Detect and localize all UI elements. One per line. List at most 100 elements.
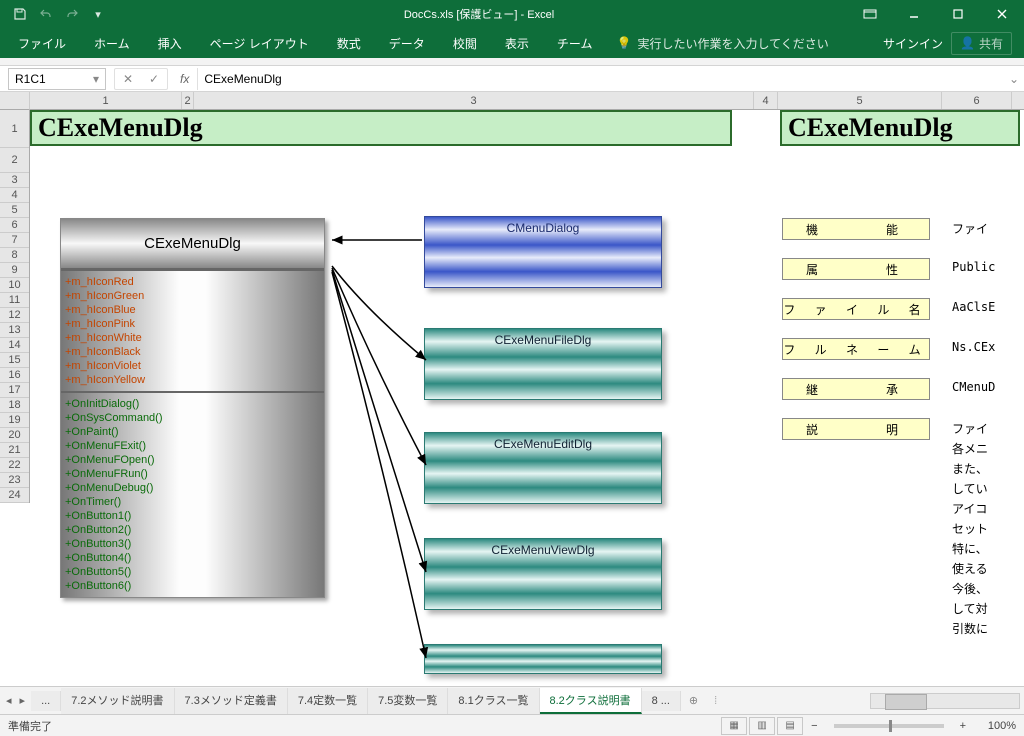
tab-review[interactable]: 校閲 [439,28,491,58]
title-cell-a[interactable]: CExeMenuDlg [30,110,732,146]
title-cell-b[interactable]: CExeMenuDlg [780,110,1020,146]
fx-icon[interactable]: fx [172,72,197,86]
zoom-slider[interactable] [834,724,944,728]
zoom-in-icon[interactable]: + [954,720,972,732]
ribbon-display-icon[interactable] [848,0,892,28]
row-header[interactable]: 17 [0,383,29,398]
row-header[interactable]: 16 [0,368,29,383]
side-text[interactable]: CMenuD [952,380,995,394]
side-text[interactable]: セット [952,520,988,537]
side-text[interactable]: 各メニ [952,440,988,457]
tab-layout[interactable]: ページ レイアウト [196,28,323,58]
row-header[interactable]: 18 [0,398,29,413]
row-header[interactable]: 8 [0,248,29,263]
page-break-view-icon[interactable]: ▤ [777,717,803,735]
row-header[interactable]: 20 [0,428,29,443]
side-text[interactable]: Ns.CEx [952,340,995,354]
row-header[interactable]: 10 [0,278,29,293]
tab-home[interactable]: ホーム [80,28,144,58]
col-header[interactable]: 6 [942,92,1012,109]
property-label[interactable]: フ ル ネ ー ム [782,338,930,360]
property-label[interactable]: 説 明 [782,418,930,440]
add-sheet-icon[interactable]: ⊕ [681,694,706,707]
row-header[interactable]: 12 [0,308,29,323]
row-header[interactable]: 15 [0,353,29,368]
row-header[interactable]: 22 [0,458,29,473]
minimize-icon[interactable] [892,0,936,28]
col-header[interactable]: 4 [754,92,778,109]
side-text[interactable]: アイコ [952,500,987,517]
cancel-formula-icon[interactable]: ✕ [115,69,141,89]
col-header[interactable]: 2 [182,92,194,109]
side-text[interactable]: 引数に [952,620,988,637]
row-header[interactable]: 23 [0,473,29,488]
row-header[interactable]: 2 [0,148,29,173]
qat-dropdown-icon[interactable]: ▾ [86,2,110,26]
row-header[interactable]: 6 [0,218,29,233]
side-text[interactable]: AaClsE [952,300,995,314]
close-icon[interactable] [980,0,1024,28]
row-header[interactable]: 5 [0,203,29,218]
tab-data[interactable]: データ [375,28,439,58]
row-header[interactable]: 3 [0,173,29,188]
side-text[interactable]: 今後、 [952,580,988,597]
sheet-tab[interactable]: 7.5変数一覧 [368,688,448,714]
horizontal-scrollbar[interactable] [870,693,1020,709]
zoom-out-icon[interactable]: − [805,720,823,732]
row-header[interactable]: 14 [0,338,29,353]
child-class-box-4[interactable] [424,644,662,674]
sheet-tab[interactable]: 7.3メソッド定義書 [175,688,288,714]
parent-class-box[interactable]: CMenuDialog [424,216,662,288]
cells-canvas[interactable]: CExeMenuDlg CExeMenuDlg CExeMenuDlg +m_h… [30,110,1024,686]
sheet-nav[interactable]: ◂▸ [0,694,31,707]
redo-icon[interactable] [60,2,84,26]
property-label[interactable]: 継 承 [782,378,930,400]
row-header[interactable]: 9 [0,263,29,278]
property-label[interactable]: 属 性 [782,258,930,280]
side-text[interactable]: してい [952,480,988,497]
sheet-overflow-after[interactable]: 8 ... [642,691,681,711]
row-header[interactable]: 13 [0,323,29,338]
side-text[interactable]: ファイ [952,420,988,437]
row-header[interactable]: 24 [0,488,29,503]
row-header[interactable]: 11 [0,293,29,308]
child-class-box-3[interactable]: CExeMenuViewDlg [424,538,662,610]
sheet-tab[interactable]: 7.2メソッド説明書 [61,688,174,714]
property-label[interactable]: 機 能 [782,218,930,240]
sheet-tab[interactable]: 7.4定数一覧 [288,688,368,714]
row-header[interactable]: 19 [0,413,29,428]
normal-view-icon[interactable]: ▦ [721,717,747,735]
enter-formula-icon[interactable]: ✓ [141,69,167,89]
name-box[interactable]: R1C1▾ [8,68,106,90]
save-icon[interactable] [8,2,32,26]
expand-formula-icon[interactable]: ⌄ [1004,72,1024,86]
maximize-icon[interactable] [936,0,980,28]
tab-view[interactable]: 表示 [491,28,543,58]
tab-team[interactable]: チーム [543,28,607,58]
tab-formula[interactable]: 数式 [323,28,375,58]
side-text[interactable]: 使える [952,560,988,577]
property-label[interactable]: フ ァ イ ル 名 [782,298,930,320]
side-text[interactable]: また、 [952,460,988,477]
row-header[interactable]: 1 [0,110,29,148]
side-text[interactable]: して対 [952,600,988,617]
sheet-overflow[interactable]: ... [31,691,61,711]
col-header[interactable]: 5 [778,92,942,109]
worksheet-grid[interactable]: 123456 123456789101112131415161718192021… [0,92,1024,686]
signin-link[interactable]: サインイン [883,35,943,52]
col-header[interactable]: 3 [194,92,754,109]
side-text[interactable]: ファイ [952,220,988,237]
page-layout-view-icon[interactable]: ▥ [749,717,775,735]
sheet-tab[interactable]: 8.2クラス説明書 [540,688,642,714]
formula-input[interactable]: CExeMenuDlg [197,68,1004,90]
row-header[interactable]: 4 [0,188,29,203]
row-header[interactable]: 7 [0,233,29,248]
side-text[interactable]: 特に、 [952,540,988,557]
select-all-corner[interactable] [0,92,30,110]
sheet-tab[interactable]: 8.1クラス一覧 [448,688,539,714]
child-class-box-2[interactable]: CExeMenuEditDlg [424,432,662,504]
column-headers[interactable]: 123456 [30,92,1024,110]
side-text[interactable]: Public [952,260,995,274]
uml-class-box[interactable]: CExeMenuDlg +m_hIconRed+m_hIconGreen+m_h… [60,218,325,598]
child-class-box-1[interactable]: CExeMenuFileDlg [424,328,662,400]
